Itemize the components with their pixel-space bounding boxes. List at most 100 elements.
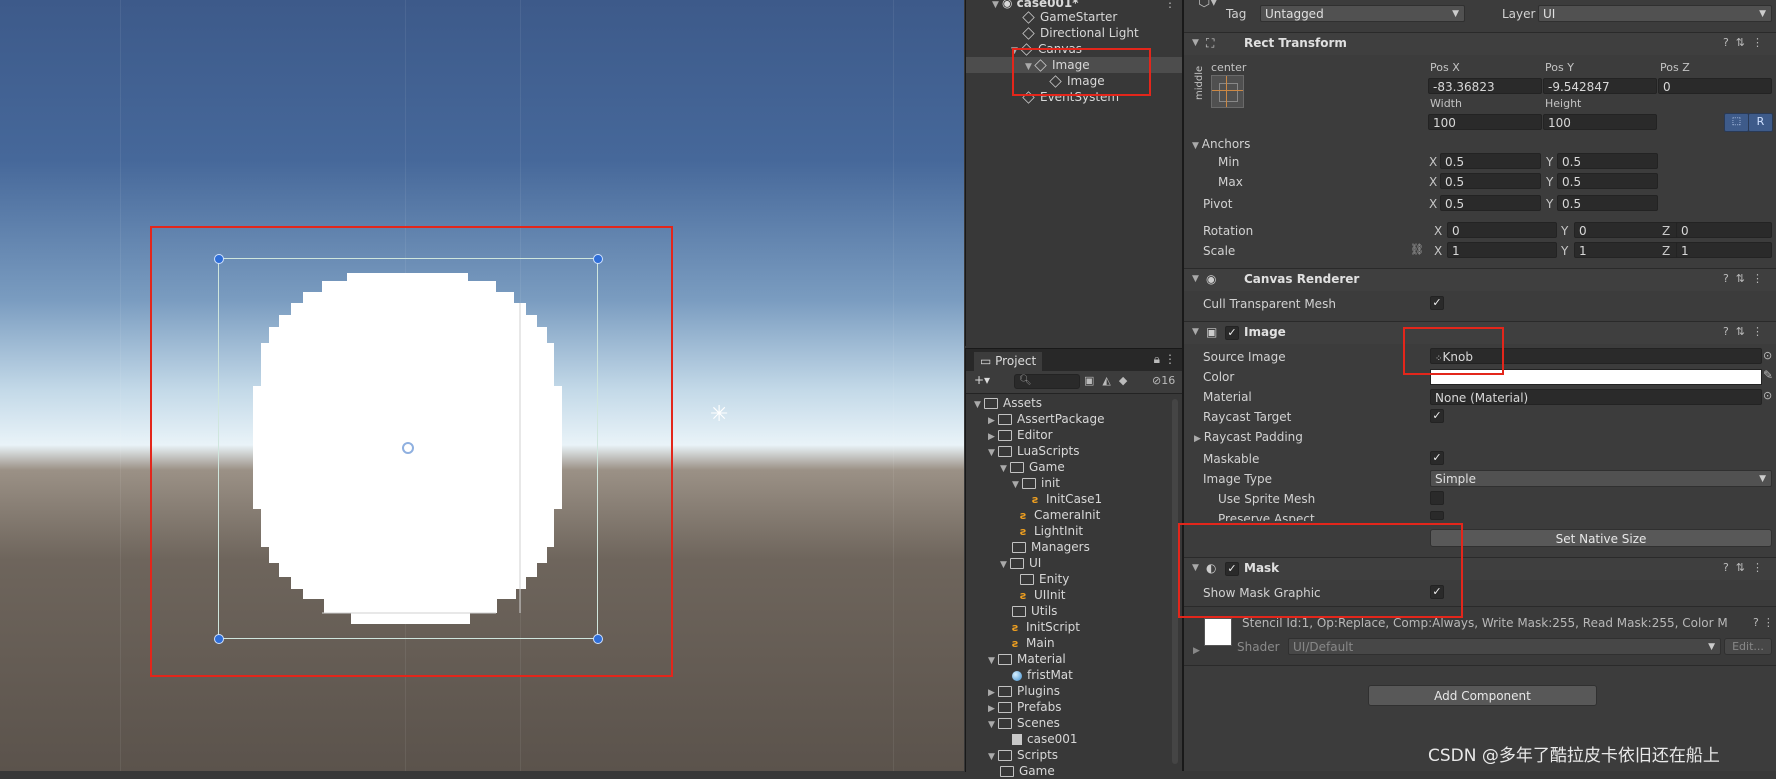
width-field[interactable]: 100 bbox=[1428, 114, 1542, 130]
material-field[interactable]: None (Material) bbox=[1430, 389, 1762, 405]
project-item-scripts[interactable]: ▼ Scripts bbox=[988, 747, 1058, 763]
component-menu-icons[interactable]: ?⇅⋮ bbox=[1723, 325, 1770, 338]
fold-arrow-icon[interactable]: ▼ bbox=[988, 653, 998, 669]
fold-arrow-icon[interactable]: ▼ bbox=[988, 717, 998, 733]
raw-edit-button[interactable]: R bbox=[1748, 113, 1773, 132]
canvas-renderer-header[interactable]: ▼ ◉ Canvas Renderer ?⇅⋮ bbox=[1184, 268, 1776, 291]
anchor-max-y-field[interactable]: 0.5 bbox=[1557, 173, 1658, 189]
anchor-min-x-field[interactable]: 0.5 bbox=[1440, 153, 1541, 169]
fold-arrow-icon[interactable]: ▼ bbox=[1012, 477, 1022, 493]
project-item-initcase1[interactable]: ƨ InitCase1 bbox=[1032, 491, 1102, 507]
preserve-aspect-checkbox[interactable] bbox=[1430, 511, 1444, 520]
anchor-preset-button[interactable] bbox=[1211, 75, 1244, 108]
project-item-uiinit[interactable]: ƨ UIInit bbox=[1020, 587, 1066, 603]
filter-icons[interactable]: ▣◭◆ bbox=[1084, 374, 1135, 387]
rotation-z-field[interactable]: 0 bbox=[1676, 222, 1772, 238]
project-item-prefabs[interactable]: ▶ Prefabs bbox=[988, 699, 1062, 715]
pos-z-field[interactable]: 0 bbox=[1658, 78, 1772, 94]
eyedropper-icon[interactable]: ✎ bbox=[1763, 368, 1773, 382]
add-component-button[interactable]: Add Component bbox=[1368, 685, 1597, 706]
preserve-aspect-label: Preserve Aspect bbox=[1218, 512, 1315, 521]
material-menu-icons[interactable]: ?⋮ bbox=[1753, 616, 1776, 629]
pos-x-field[interactable]: -83.36823 bbox=[1428, 78, 1542, 94]
fold-arrow-icon[interactable]: ▼ bbox=[988, 749, 998, 765]
project-item-material[interactable]: ▼ Material bbox=[988, 651, 1066, 667]
pivot-x-field[interactable]: 0.5 bbox=[1440, 195, 1541, 211]
fold-arrow-icon[interactable]: ▼ bbox=[1192, 327, 1199, 337]
project-item-plugins[interactable]: ▶ Plugins bbox=[988, 683, 1060, 699]
hierarchy-item-directional-light[interactable]: Directional Light bbox=[1022, 25, 1139, 41]
project-item-managers[interactable]: Managers bbox=[1012, 539, 1090, 555]
project-item-game[interactable]: Game bbox=[1000, 763, 1055, 779]
hidden-packages-icon[interactable]: ⊘16 bbox=[1152, 374, 1175, 387]
project-search-input[interactable]: 🔍︎ bbox=[1014, 374, 1080, 389]
component-menu-icons[interactable]: ?⇅⋮ bbox=[1723, 36, 1770, 49]
cull-transparent-mesh-checkbox[interactable]: ✓ bbox=[1430, 296, 1444, 310]
component-menu-icons[interactable]: ?⇅⋮ bbox=[1723, 272, 1770, 285]
project-item-enity[interactable]: Enity bbox=[1020, 571, 1069, 587]
raycast-padding-foldout[interactable]: ▶ Raycast Padding bbox=[1194, 430, 1303, 444]
component-menu-icons[interactable]: ?⇅⋮ bbox=[1723, 561, 1770, 574]
project-item-camerainit[interactable]: ƨ CameraInit bbox=[1020, 507, 1100, 523]
project-item-main[interactable]: ƨ Main bbox=[1012, 635, 1055, 651]
anchor-v-label: middle bbox=[1194, 65, 1205, 100]
pos-y-field[interactable]: -9.542847 bbox=[1543, 78, 1657, 94]
project-item-assets[interactable]: ▼ Assets bbox=[974, 395, 1042, 411]
height-field[interactable]: 100 bbox=[1543, 114, 1657, 130]
project-item-luascripts[interactable]: ▼ LuaScripts bbox=[988, 443, 1080, 459]
project-item-lightinit[interactable]: ƨ LightInit bbox=[1020, 523, 1083, 539]
inspector-panel: ⬡▾ Tag Untagged ▼ Layer UI ▼ ▼ ⛶ Rect Tran… bbox=[1182, 0, 1776, 771]
pivot-y-field[interactable]: 0.5 bbox=[1557, 195, 1658, 211]
fold-arrow-icon[interactable]: ▼ bbox=[1000, 557, 1010, 573]
raycast-target-checkbox[interactable]: ✓ bbox=[1430, 409, 1444, 423]
set-native-size-button[interactable]: Set Native Size bbox=[1430, 529, 1772, 547]
scale-x-field[interactable]: 1 bbox=[1447, 242, 1557, 258]
fold-arrow-icon[interactable]: ▼ bbox=[988, 445, 998, 461]
object-picker-icon[interactable]: ⊙ bbox=[1763, 349, 1772, 362]
maskable-checkbox[interactable]: ✓ bbox=[1430, 451, 1444, 465]
chevron-down-icon: ▼ bbox=[1708, 642, 1715, 652]
project-item-init[interactable]: ▼ init bbox=[1012, 475, 1060, 491]
shader-edit-button[interactable]: Edit... bbox=[1724, 638, 1772, 655]
create-plus-icon[interactable]: +▾ bbox=[974, 373, 990, 387]
lock-icon[interactable]: 🔒︎ bbox=[1154, 352, 1160, 367]
project-tab[interactable]: ▭ Project bbox=[974, 352, 1043, 371]
highlight-box-source-image bbox=[1403, 327, 1504, 375]
scale-z-field[interactable]: 1 bbox=[1676, 242, 1772, 258]
anchor-min-y-field[interactable]: 0.5 bbox=[1557, 153, 1658, 169]
project-item-editor[interactable]: ▶ Editor bbox=[988, 427, 1053, 443]
fold-arrow-icon[interactable]: ▼ bbox=[1000, 461, 1010, 477]
material-thumbnail[interactable] bbox=[1204, 618, 1232, 646]
fold-arrow-icon[interactable]: ▼ bbox=[1192, 274, 1199, 284]
hierarchy-item-gamestarter[interactable]: GameStarter bbox=[1022, 9, 1117, 25]
object-picker-icon[interactable]: ⊙ bbox=[1763, 389, 1772, 402]
rotation-x-field[interactable]: 0 bbox=[1447, 222, 1557, 238]
rect-transform-header[interactable]: ▼ ⛶ Rect Transform ?⇅⋮ bbox=[1184, 32, 1776, 55]
project-item-assertpackage[interactable]: ▶ AssertPackage bbox=[988, 411, 1104, 427]
project-item-initscript[interactable]: ƨ InitScript bbox=[1012, 619, 1080, 635]
project-item-ui[interactable]: ▼ UI bbox=[1000, 555, 1041, 571]
scene-view[interactable]: ✳ bbox=[0, 0, 964, 771]
project-menu-icon[interactable]: ⋮ bbox=[1164, 352, 1176, 366]
project-item-case001[interactable]: case001 bbox=[1012, 731, 1078, 747]
blueprint-mode-button[interactable]: ⬚ bbox=[1724, 113, 1749, 132]
fold-arrow-icon[interactable]: ▼ bbox=[974, 397, 984, 413]
image-type-dropdown[interactable]: Simple ▼ bbox=[1430, 470, 1772, 487]
tag-dropdown[interactable]: Untagged ▼ bbox=[1260, 5, 1465, 22]
project-item-game[interactable]: ▼ Game bbox=[1000, 459, 1065, 475]
layer-dropdown[interactable]: UI ▼ bbox=[1538, 5, 1772, 22]
shader-dropdown[interactable]: UI/Default ▼ bbox=[1288, 638, 1721, 655]
constrain-proportions-icon[interactable]: ⛓ bbox=[1410, 243, 1424, 256]
use-sprite-mesh-checkbox[interactable] bbox=[1430, 491, 1444, 505]
fold-arrow-icon[interactable]: ▶ bbox=[1193, 646, 1200, 656]
fold-arrow-icon[interactable]: ▼ bbox=[992, 0, 1002, 13]
anchors-foldout[interactable]: ▼ Anchors bbox=[1192, 137, 1250, 151]
scene-menu-icon[interactable]: ⋮ bbox=[1164, 0, 1176, 10]
anchor-max-x-field[interactable]: 0.5 bbox=[1440, 173, 1541, 189]
image-enabled-checkbox[interactable]: ✓ bbox=[1225, 326, 1239, 340]
light-gizmo-icon[interactable]: ✳ bbox=[710, 402, 728, 427]
project-item-scenes[interactable]: ▼ Scenes bbox=[988, 715, 1060, 731]
project-item-utils[interactable]: Utils bbox=[1012, 603, 1057, 619]
fold-arrow-icon[interactable]: ▼ bbox=[1192, 38, 1199, 48]
project-item-fristmat[interactable]: fristMat bbox=[1012, 667, 1073, 683]
